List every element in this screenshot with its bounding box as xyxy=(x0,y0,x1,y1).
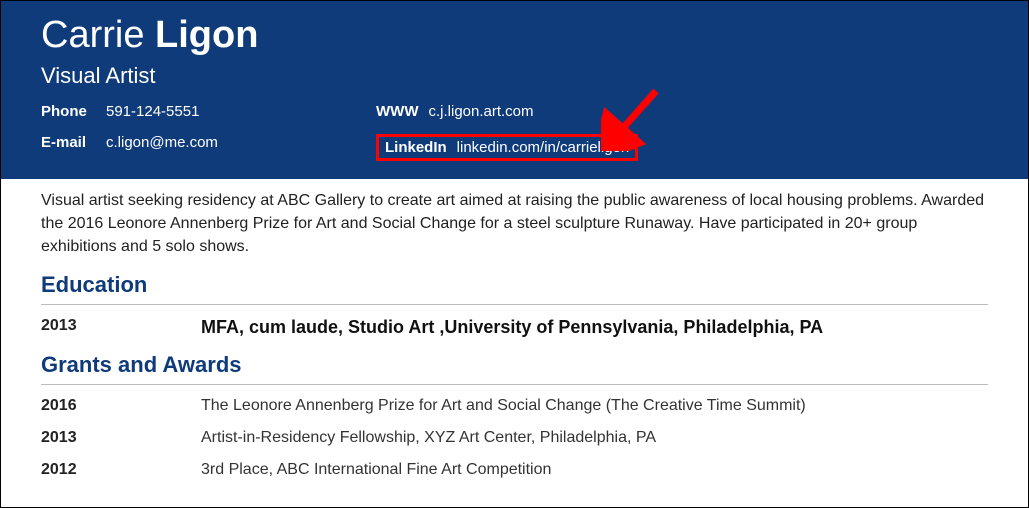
resume-body: Visual artist seeking residency at ABC G… xyxy=(1,179,1028,480)
resume-header: Carrie Ligon Visual Artist Phone 591-124… xyxy=(1,1,1028,179)
contact-www-row: WWW c.j.ligon.art.com xyxy=(376,103,638,120)
phone-label: Phone xyxy=(41,103,96,120)
grant-row: 2012 3rd Place, ABC International Fine A… xyxy=(41,461,988,479)
contact-phone-row: Phone 591-124-5551 xyxy=(41,103,376,120)
grant-detail: Artist-in-Residency Fellowship, XYZ Art … xyxy=(201,429,656,447)
education-row: 2013 MFA, cum laude, Studio Art ,Univers… xyxy=(41,317,988,338)
phone-value: 591-124-5551 xyxy=(106,103,199,120)
role-title: Visual Artist xyxy=(41,63,988,89)
email-value: c.ligon@me.com xyxy=(106,134,218,151)
grant-year: 2012 xyxy=(41,461,201,479)
last-name: Ligon xyxy=(155,14,258,56)
contact-grid: Phone 591-124-5551 E-mail c.ligon@me.com… xyxy=(41,103,988,161)
summary-text: Visual artist seeking residency at ABC G… xyxy=(41,189,988,259)
grant-row: 2013 Artist-in-Residency Fellowship, XYZ… xyxy=(41,429,988,447)
grant-year: 2013 xyxy=(41,429,201,447)
grant-detail: The Leonore Annenberg Prize for Art and … xyxy=(201,397,806,415)
grant-row: 2016 The Leonore Annenberg Prize for Art… xyxy=(41,397,988,415)
education-section-title: Education xyxy=(41,272,988,305)
contact-col-right: WWW c.j.ligon.art.com LinkedIn linkedin.… xyxy=(376,103,638,161)
name-block: Carrie Ligon xyxy=(41,15,988,57)
grant-year: 2016 xyxy=(41,397,201,415)
education-detail: MFA, cum laude, Studio Art ,University o… xyxy=(201,317,823,338)
contact-col-left: Phone 591-124-5551 E-mail c.ligon@me.com xyxy=(41,103,376,161)
grant-detail: 3rd Place, ABC International Fine Art Co… xyxy=(201,461,551,479)
contact-linkedin-row: LinkedIn linkedin.com/in/carrieligon xyxy=(376,134,638,161)
contact-email-row: E-mail c.ligon@me.com xyxy=(41,134,376,151)
email-label: E-mail xyxy=(41,134,96,151)
first-name: Carrie xyxy=(41,14,144,56)
linkedin-value: linkedin.com/in/carrieligon xyxy=(457,139,630,156)
linkedin-highlight-box: LinkedIn linkedin.com/in/carrieligon xyxy=(376,134,638,161)
www-value: c.j.ligon.art.com xyxy=(428,103,533,120)
linkedin-label: LinkedIn xyxy=(385,139,447,156)
grants-section-title: Grants and Awards xyxy=(41,352,988,385)
education-year: 2013 xyxy=(41,317,201,338)
www-label: WWW xyxy=(376,103,418,120)
